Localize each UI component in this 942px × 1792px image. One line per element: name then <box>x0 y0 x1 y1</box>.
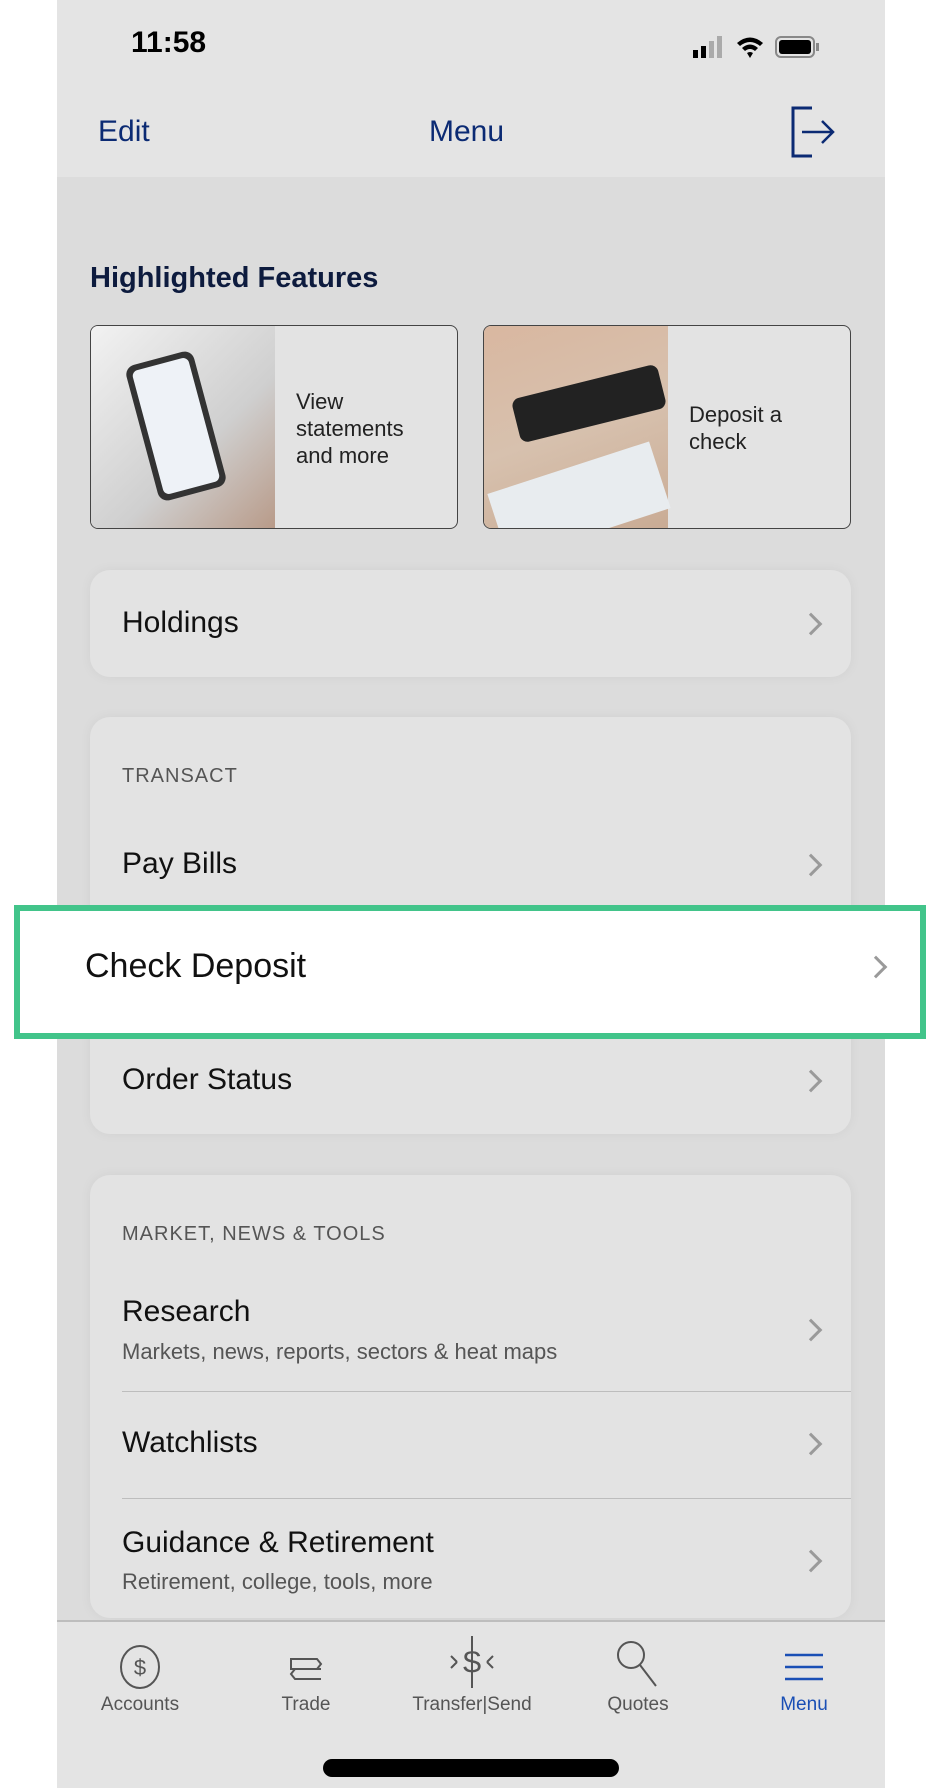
chevron-right-icon <box>799 1432 823 1456</box>
item-label: Watchlists <box>122 1426 258 1459</box>
item-subtitle: Markets, news, reports, sectors & heat m… <box>122 1339 558 1364</box>
home-indicator <box>323 1759 619 1777</box>
logout-icon[interactable] <box>790 106 836 158</box>
order-status-item[interactable]: Order Status <box>90 1033 851 1128</box>
nav-bar: Edit Menu <box>57 90 885 177</box>
check-deposit-image <box>484 326 671 528</box>
check-deposit-item-highlighted[interactable]: Check Deposit <box>14 905 926 1039</box>
tab-accounts[interactable]: $ Accounts <box>57 1622 223 1732</box>
guidance-item[interactable]: Guidance & Retirement Retirement, colleg… <box>90 1499 851 1617</box>
edit-button[interactable]: Edit <box>98 115 150 149</box>
tab-quotes[interactable]: Quotes <box>555 1622 721 1732</box>
trade-icon <box>289 1658 323 1680</box>
chevron-right-icon <box>799 1318 823 1342</box>
tab-trade[interactable]: Trade <box>223 1622 389 1732</box>
tab-label: Accounts <box>100 1694 180 1715</box>
watchlists-item[interactable]: Watchlists <box>90 1392 851 1498</box>
feature-card-text: Deposit a check <box>689 402 782 454</box>
chevron-right-icon <box>864 955 888 979</box>
chevron-right-icon <box>799 1069 823 1093</box>
section-header: MARKET, NEWS & TOOLS <box>122 1223 386 1245</box>
status-time: 11:58 <box>131 26 207 59</box>
highlighted-features-title: Highlighted Features <box>90 262 379 294</box>
transfer-icon: S <box>450 1636 494 1688</box>
feature-card-statements[interactable]: View statements and more <box>90 325 458 529</box>
item-label: Guidance & Retirement <box>122 1526 434 1559</box>
item-subtitle: Retirement, college, tools, more <box>122 1569 433 1594</box>
chevron-right-icon <box>799 1549 823 1573</box>
tab-label: Transfer|Send <box>412 1694 532 1715</box>
tab-label: Quotes <box>607 1694 669 1715</box>
item-label: Order Status <box>122 1063 293 1096</box>
search-icon <box>617 1641 657 1687</box>
tab-label: Trade <box>281 1694 331 1715</box>
research-item[interactable]: Research Markets, news, reports, sectors… <box>90 1270 851 1390</box>
feature-card-deposit[interactable]: Deposit a check <box>483 325 851 529</box>
section-header: TRANSACT <box>122 765 238 787</box>
svg-text:$: $ <box>134 1655 146 1680</box>
chevron-right-icon <box>799 612 823 636</box>
item-label: Pay Bills <box>122 847 238 880</box>
page-title: Menu <box>429 115 505 148</box>
holdings-item[interactable]: Holdings <box>90 570 851 677</box>
svg-text:S: S <box>462 1646 482 1679</box>
chevron-right-icon <box>799 853 823 877</box>
tab-label: Menu <box>780 1694 828 1715</box>
market-group: MARKET, NEWS & TOOLS Research Markets, n… <box>90 1175 851 1618</box>
status-icons <box>693 36 819 58</box>
status-bar: 11:58 <box>57 0 885 90</box>
tab-transfer[interactable]: S Transfer|Send <box>389 1622 555 1732</box>
tab-menu[interactable]: Menu <box>721 1622 887 1732</box>
phone-screen: 11:58 Edit Menu Highlighted Features Vie… <box>57 0 885 1788</box>
holdings-label: Holdings <box>122 606 239 639</box>
item-label: Research <box>122 1295 251 1328</box>
menu-icon <box>785 1653 823 1681</box>
item-label: Check Deposit <box>85 947 307 985</box>
statements-image <box>91 326 275 528</box>
dollar-circle-icon: $ <box>120 1645 160 1689</box>
pay-bills-item[interactable]: Pay Bills <box>90 817 851 912</box>
feature-card-text: View statements and more <box>296 389 404 468</box>
